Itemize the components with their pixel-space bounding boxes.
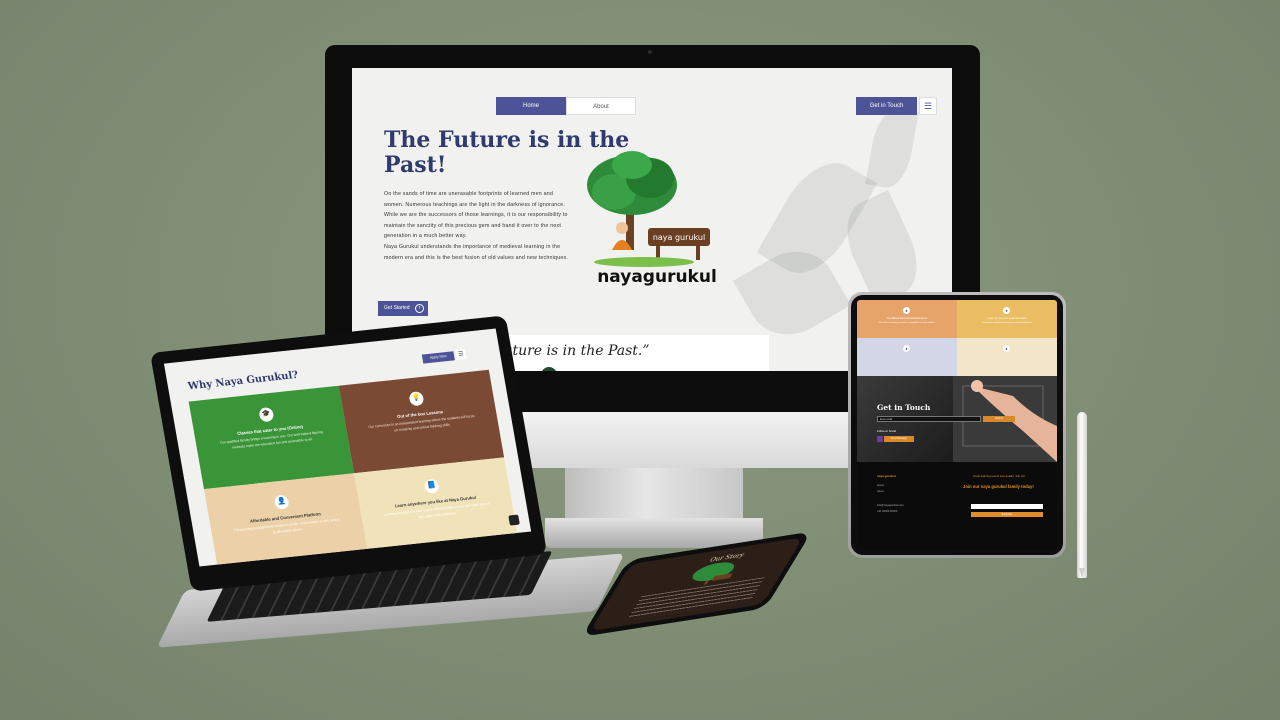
footer-brand: naya gurukul (877, 474, 896, 478)
hero-paragraph: While we are the successors of those lea… (384, 212, 568, 240)
footer-link[interactable]: Home (877, 484, 884, 487)
submit-button[interactable]: Submit (983, 416, 1015, 422)
footer-tagline: Great learning needs less quality. Join … (973, 474, 1026, 478)
book-icon: 📘 (423, 478, 440, 494)
contact-section: Get in Touch Enter email Submit Follow o… (857, 376, 1057, 462)
hamburger-icon[interactable]: ☰ (455, 349, 467, 361)
naya-gurukul-logo: naya gurukul nayagurukul (587, 151, 717, 287)
graduation-icon: 🎓 (258, 406, 275, 423)
globe-icon: ● (903, 345, 910, 352)
camera-dot (648, 50, 652, 54)
book-icon: ● (1003, 307, 1010, 314)
tile-title: Fun-Based Educational Experience (886, 317, 928, 320)
tile-text: We believe learning should be enjoyable … (878, 322, 936, 324)
chat-icon[interactable] (508, 514, 520, 526)
email-input[interactable]: Enter email (877, 416, 981, 422)
tablet-tile: ● Fun-Based Educational Experience We be… (857, 300, 957, 338)
laptop: Why Naya Gurukul? Apply Now ☰ 🎓 Classes … (150, 315, 548, 592)
monitor-stand (565, 468, 743, 520)
logo-sign-text: naya gurukul (653, 233, 705, 242)
tablet-screen: ● Fun-Based Educational Experience We be… (857, 300, 1057, 550)
tile-text: Study from anywhere at any time with fle… (981, 322, 1033, 324)
instagram-icon[interactable] (877, 436, 883, 442)
logo-wordmark: nayagurukul (597, 267, 717, 287)
hero-body: On the sands of time are unerasable foot… (384, 189, 572, 263)
footer-phone: +91 00000 00000 (877, 510, 898, 513)
subscribe-email-input[interactable] (971, 504, 1043, 509)
contact-title: Get in Touch (877, 403, 931, 412)
send-message-button[interactable]: Send Message (884, 436, 914, 442)
lightbulb-icon: 💡 (408, 391, 425, 407)
feature-tile: 💡 Out of the box Lessons Our curriculum … (338, 369, 505, 474)
stylus-tip (1079, 568, 1085, 578)
arrow-right-circle-icon: › (415, 304, 424, 313)
star-icon: ● (1003, 345, 1010, 352)
tablet-footer: naya gurukul Home About info@nayagurukul… (857, 462, 1057, 550)
footer-link[interactable]: About (877, 490, 884, 493)
laptop-screen: Why Naya Gurukul? Apply Now ☰ 🎓 Classes … (163, 328, 532, 567)
user-icon: ● (903, 307, 910, 314)
feature-tile: 🎓 Classes that cater to you (Online) Our… (188, 385, 355, 490)
get-started-button[interactable]: Get Started › (378, 301, 428, 316)
tile-title: Learn at your own pace and place (987, 317, 1027, 320)
social-link[interactable]: Follow on Social (877, 430, 896, 433)
get-in-touch-button[interactable]: Get in Touch (856, 97, 917, 115)
hamburger-icon[interactable]: ☰ (919, 97, 937, 115)
apply-button[interactable]: Apply Now (421, 351, 455, 364)
tablet-tile: ● Learn at your own pace and place Study… (957, 300, 1057, 338)
tablet-tile: ● (957, 338, 1057, 376)
user-icon: 👤 (273, 494, 290, 510)
stylus-pencil (1077, 412, 1087, 578)
quote-avatar (541, 367, 557, 371)
get-started-label: Get Started (384, 305, 410, 311)
nav-home-tab[interactable]: Home (496, 97, 566, 115)
footer-email[interactable]: info@nayagurukul.com (877, 504, 904, 507)
phone-screen: Our Story (590, 537, 804, 632)
hero-paragraph: Naya Gurukul understands the importance … (384, 243, 569, 261)
footer-join-text: Join our naya gurukul family today! (963, 484, 1034, 489)
tablet-tile: ● (857, 338, 957, 376)
subscribe-button[interactable]: Subscribe (971, 512, 1043, 517)
hero-paragraph: On the sands of time are unerasable foot… (384, 191, 566, 208)
section-title: Why Naya Gurukul? (187, 369, 300, 393)
nav-about-tab[interactable]: About (566, 97, 636, 115)
